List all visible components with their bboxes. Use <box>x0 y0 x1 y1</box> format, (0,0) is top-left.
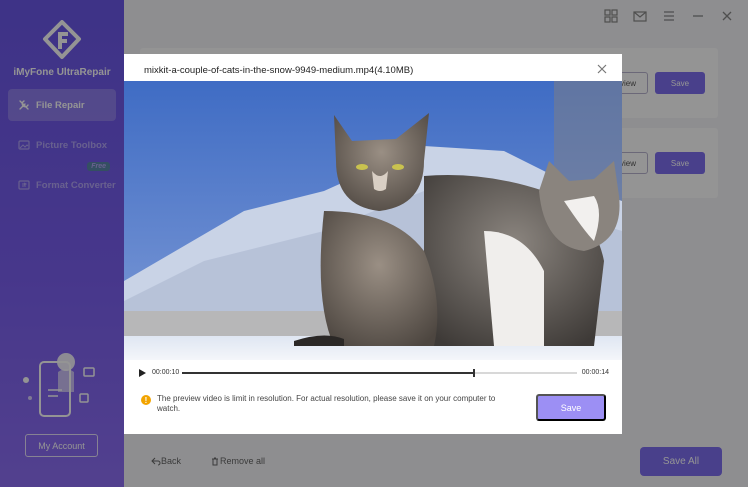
seek-bar-progress <box>182 372 475 374</box>
seek-handle[interactable] <box>473 369 476 377</box>
save-button[interactable]: Save <box>536 394 606 421</box>
seek-bar[interactable] <box>182 369 577 377</box>
video-frame[interactable] <box>124 81 622 360</box>
player-controls: 00:00:10 00:00:14 <box>139 366 609 380</box>
warning-icon: ! <box>141 395 151 405</box>
close-icon[interactable] <box>596 63 608 75</box>
play-icon[interactable] <box>139 369 146 377</box>
current-time: 00:00:10 <box>152 369 180 376</box>
dialog-title: mixkit-a-couple-of-cats-in-the-snow-9949… <box>144 65 414 76</box>
total-time: 00:00:14 <box>581 369 609 376</box>
resolution-notice: The preview video is limit in resolution… <box>157 394 496 414</box>
app-window: iMyFone UltraRepair File Repair Picture … <box>0 0 748 487</box>
video-preview-dialog: mixkit-a-couple-of-cats-in-the-snow-9949… <box>124 54 622 434</box>
